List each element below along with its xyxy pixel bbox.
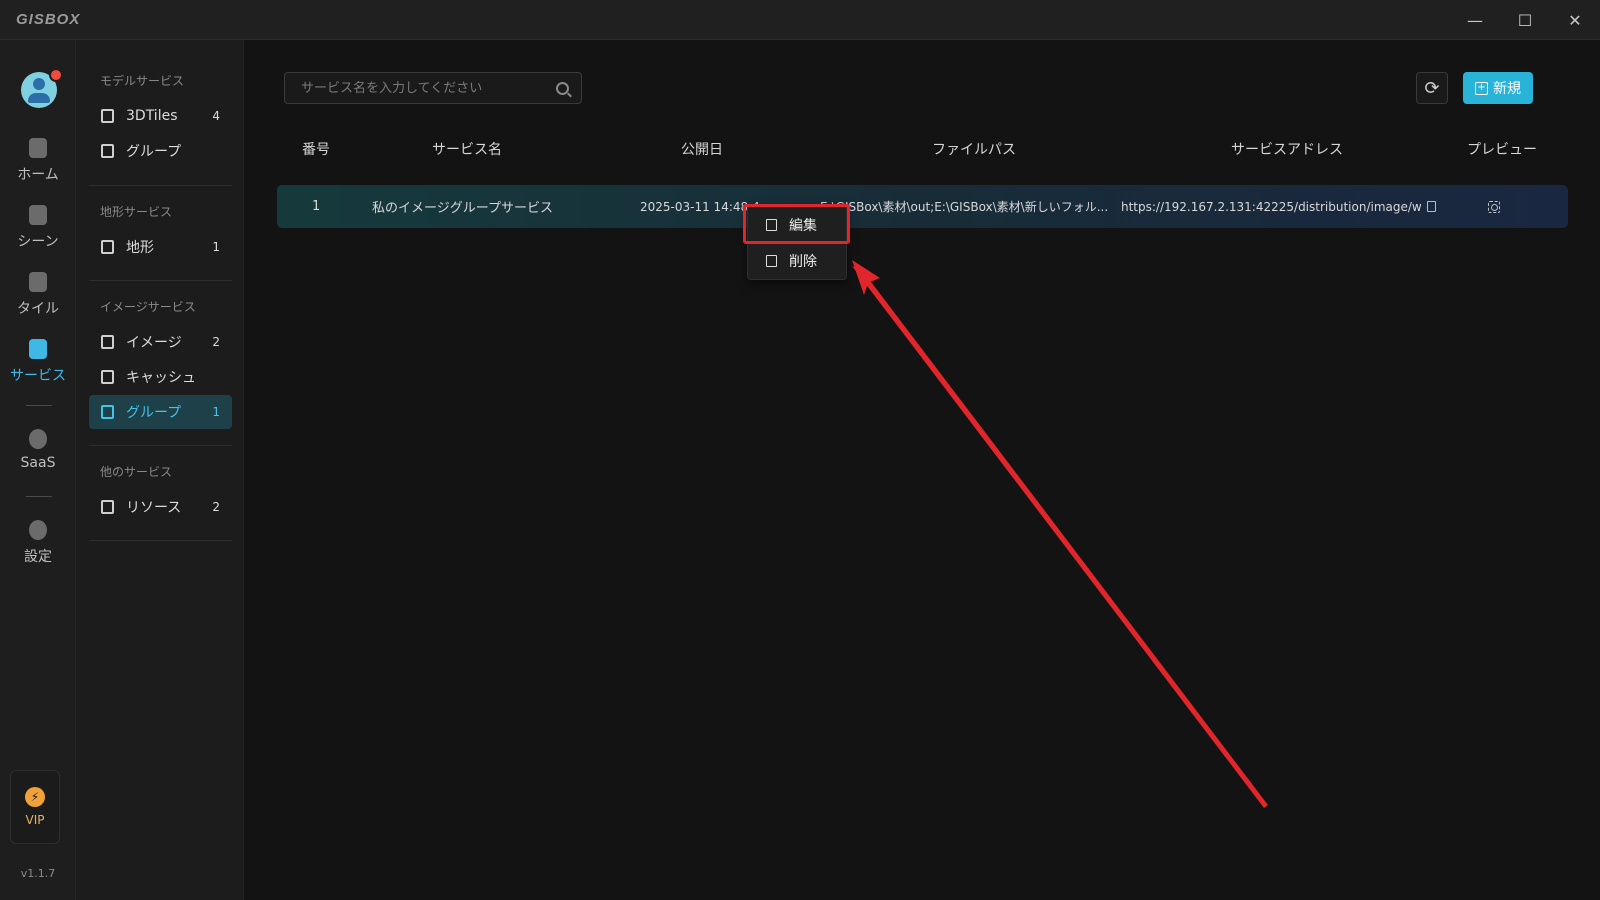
category-header-terrain: 地形サービス bbox=[100, 205, 173, 219]
nav-scene[interactable]: シーン bbox=[0, 205, 76, 251]
rail-divider bbox=[26, 496, 52, 497]
annotation-highlight-box bbox=[743, 204, 850, 244]
home-icon bbox=[29, 138, 47, 158]
category-divider bbox=[89, 540, 232, 541]
category-count: 1 bbox=[212, 240, 220, 254]
column-header-address: サービスアドレス bbox=[1231, 142, 1343, 158]
category-sidebar: モデルサービス 3DTiles 4 グループ 地形サービス 地形 1 イメージサ… bbox=[76, 40, 244, 900]
cache-icon bbox=[101, 370, 114, 384]
minimize-button[interactable]: — bbox=[1450, 0, 1500, 40]
3dtiles-icon bbox=[101, 109, 114, 123]
refresh-icon: ⟳ bbox=[1424, 77, 1440, 99]
category-header-image: イメージサービス bbox=[100, 300, 196, 314]
maximize-button[interactable]: ☐ bbox=[1500, 0, 1550, 40]
category-item-model-group[interactable]: グループ bbox=[89, 134, 232, 168]
main-panel: ⟳ + 新規 番号 サービス名 公開日 ファイルパス サービスアドレス プレビュ… bbox=[244, 40, 1600, 900]
table-row[interactable]: 1 私のイメージグループサービス 2025-03-11 14:48:4 E:\G… bbox=[277, 185, 1568, 228]
add-icon: + bbox=[1475, 81, 1488, 95]
column-header-path: ファイルパス bbox=[932, 142, 1016, 158]
category-item-cache[interactable]: キャッシュ bbox=[89, 360, 232, 394]
nav-scene-label: シーン bbox=[17, 234, 59, 250]
avatar[interactable] bbox=[21, 68, 63, 108]
cell-name: 私のイメージグループサービス bbox=[372, 201, 553, 216]
new-button-label: 新規 bbox=[1493, 81, 1521, 97]
tile-icon bbox=[29, 272, 47, 292]
category-item-3dtiles[interactable]: 3DTiles 4 bbox=[89, 99, 232, 133]
app-window: GISBOX — ☐ ✕ ホーム シーン タイル サービス SaaS 設定 ⚡ … bbox=[0, 0, 1600, 900]
trash-icon bbox=[766, 255, 777, 267]
title-bar: GISBOX — ☐ ✕ bbox=[0, 0, 1600, 40]
category-label: グループ bbox=[126, 144, 182, 160]
nav-settings[interactable]: 設定 bbox=[0, 520, 76, 566]
nav-home-label: ホーム bbox=[17, 167, 59, 183]
window-controls: — ☐ ✕ bbox=[1450, 0, 1600, 40]
category-label: 地形 bbox=[126, 240, 154, 256]
search-box[interactable] bbox=[284, 72, 582, 104]
version-label: v1.1.7 bbox=[20, 867, 56, 880]
category-divider bbox=[89, 185, 232, 186]
category-label: キャッシュ bbox=[126, 370, 196, 386]
copy-icon bbox=[1427, 201, 1436, 212]
nav-saas[interactable]: SaaS bbox=[0, 429, 76, 471]
category-count: 2 bbox=[212, 335, 220, 349]
nav-service-label: サービス bbox=[10, 368, 66, 384]
nav-tile[interactable]: タイル bbox=[0, 272, 76, 318]
category-count: 2 bbox=[212, 500, 220, 514]
settings-icon bbox=[29, 520, 47, 540]
avatar-head bbox=[33, 78, 45, 90]
new-button[interactable]: + 新規 bbox=[1463, 72, 1533, 104]
scene-icon bbox=[29, 205, 47, 225]
column-header-number: 番号 bbox=[302, 142, 330, 158]
cell-address: https://192.167.2.131:42225/distribution… bbox=[1121, 199, 1421, 214]
category-header-other: 他のサービス bbox=[100, 465, 173, 479]
cell-path: E:\GISBox\素材\out;E:\GISBox\素材\新しいフォル... bbox=[820, 200, 1109, 214]
group-icon bbox=[101, 405, 114, 419]
preview-button[interactable] bbox=[1488, 185, 1500, 228]
copy-address-button[interactable] bbox=[1427, 185, 1436, 228]
app-logo: GISBOX bbox=[16, 11, 81, 28]
close-button[interactable]: ✕ bbox=[1550, 0, 1600, 40]
search-input[interactable] bbox=[301, 80, 556, 96]
context-menu-delete[interactable]: 削除 bbox=[748, 243, 848, 279]
category-label: グループ bbox=[126, 405, 182, 421]
search-icon[interactable] bbox=[556, 81, 569, 95]
column-header-preview: プレビュー bbox=[1467, 142, 1537, 158]
category-label: 3DTiles bbox=[126, 108, 178, 124]
refresh-button[interactable]: ⟳ bbox=[1416, 72, 1448, 104]
vip-button[interactable]: ⚡ VIP bbox=[10, 770, 60, 844]
nav-service[interactable]: サービス bbox=[0, 339, 76, 385]
category-count: 1 bbox=[212, 405, 220, 419]
category-item-image[interactable]: イメージ 2 bbox=[89, 325, 232, 359]
vip-label: VIP bbox=[25, 813, 45, 827]
nav-rail: ホーム シーン タイル サービス SaaS 設定 ⚡ VIP v1.1.7 bbox=[0, 40, 76, 900]
lightning-icon: ⚡ bbox=[25, 787, 45, 807]
nav-home[interactable]: ホーム bbox=[0, 138, 76, 184]
avatar-body bbox=[28, 93, 50, 103]
nav-saas-label: SaaS bbox=[20, 455, 56, 471]
image-icon bbox=[101, 335, 114, 349]
category-item-image-group[interactable]: グループ 1 bbox=[89, 395, 232, 429]
saas-icon bbox=[29, 429, 47, 449]
category-divider bbox=[89, 280, 232, 281]
category-label: リソース bbox=[126, 500, 182, 516]
preview-icon bbox=[1488, 200, 1500, 213]
terrain-icon bbox=[101, 240, 114, 254]
category-header-model: モデルサービス bbox=[100, 74, 185, 88]
cell-number: 1 bbox=[312, 199, 321, 214]
column-header-date: 公開日 bbox=[681, 142, 723, 158]
notification-badge bbox=[49, 68, 63, 82]
category-divider bbox=[89, 445, 232, 446]
category-item-resource[interactable]: リソース 2 bbox=[89, 490, 232, 524]
nav-settings-label: 設定 bbox=[24, 549, 52, 565]
service-icon bbox=[29, 339, 47, 359]
column-header-name: サービス名 bbox=[432, 142, 502, 158]
resource-icon bbox=[101, 500, 114, 514]
group-icon bbox=[101, 144, 114, 158]
context-menu-delete-label: 削除 bbox=[789, 254, 817, 270]
rail-divider bbox=[26, 405, 52, 406]
category-item-terrain[interactable]: 地形 1 bbox=[89, 230, 232, 264]
nav-tile-label: タイル bbox=[17, 301, 59, 317]
category-label: イメージ bbox=[126, 335, 182, 351]
category-count: 4 bbox=[212, 109, 220, 123]
